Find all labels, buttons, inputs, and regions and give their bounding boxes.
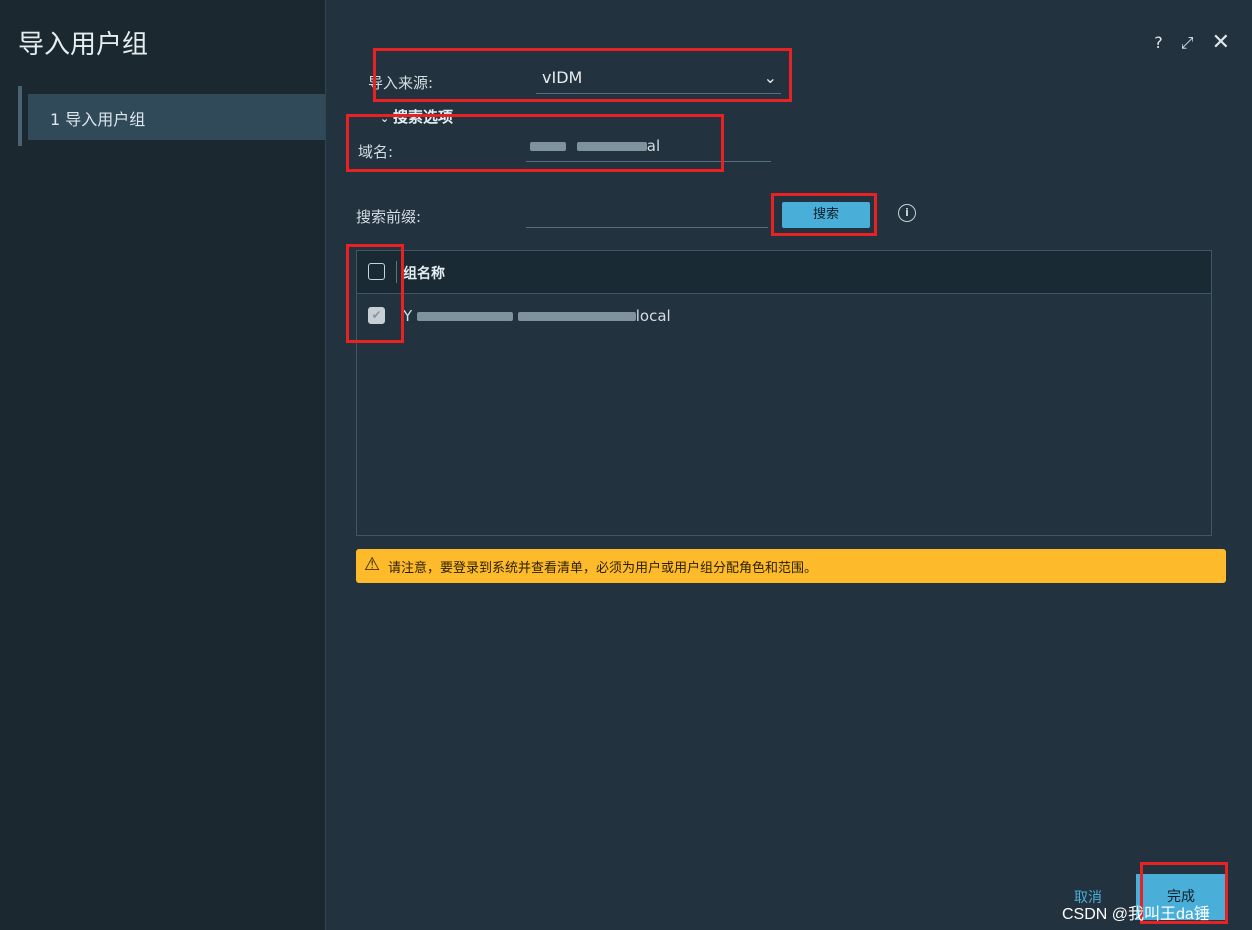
wizard-sidebar: 导入用户组 1 导入用户组 [0,0,326,930]
search-options-title: 搜索选项 [393,108,454,126]
group-table: 组名称 ✔ Y local [356,250,1212,536]
domain-input[interactable]: al [526,136,771,162]
search-button[interactable]: 搜索 [782,202,870,228]
watermark: CSDN @我叫王da锤 [1062,906,1210,923]
table-header: 组名称 [357,251,1211,294]
table-row[interactable]: ✔ Y local [357,293,1211,341]
redacted-text [517,312,636,321]
expand-icon[interactable]: ⤢ [1181,35,1194,51]
close-icon[interactable]: ✕ [1212,32,1230,54]
wizard-title: 导入用户组 [18,30,149,60]
wizard-content: ? ⤢ ✕ 导入来源: vIDM ⌄ ⌄ 搜索选项 域名: al 搜索前缀: 搜… [326,0,1252,930]
column-group-name[interactable]: 组名称 [403,263,445,283]
group-name-cell: Y local [403,307,671,325]
source-select[interactable]: vIDM ⌄ [536,66,781,94]
alert-text: 请注意，要登录到系统并查看清单，必须为用户或用户组分配角色和范围。 [388,561,818,576]
prefix-input[interactable] [526,202,768,228]
window-controls: ? ⤢ ✕ [1154,32,1230,54]
collapse-icon: ⌄ [380,112,394,125]
wizard-step-label: 1 导入用户组 [28,94,325,140]
row-checkbox[interactable]: ✔ [368,307,385,324]
prefix-label: 搜索前缀: [356,208,422,226]
domain-value-tail: al [646,137,661,155]
column-divider [396,261,397,283]
help-icon[interactable]: ? [1154,35,1163,51]
chevron-down-icon: ⌄ [763,68,777,87]
redacted-text [530,142,566,151]
redacted-text [576,142,647,151]
warning-alert: ⚠ 请注意，要登录到系统并查看清单，必须为用户或用户组分配角色和范围。 [356,549,1226,583]
select-all-checkbox[interactable] [368,263,385,280]
group-name-head: Y [403,307,413,325]
source-label: 导入来源: [368,74,434,92]
search-options-header[interactable]: ⌄ 搜索选项 [380,106,453,127]
warning-icon: ⚠ [364,554,381,575]
info-icon[interactable]: i [898,204,916,222]
wizard-step-import[interactable]: 1 导入用户组 [18,86,329,146]
group-name-tail: local [635,307,671,325]
domain-label: 域名: [358,143,394,161]
source-select-value: vIDM [542,68,583,87]
redacted-text [416,312,513,321]
